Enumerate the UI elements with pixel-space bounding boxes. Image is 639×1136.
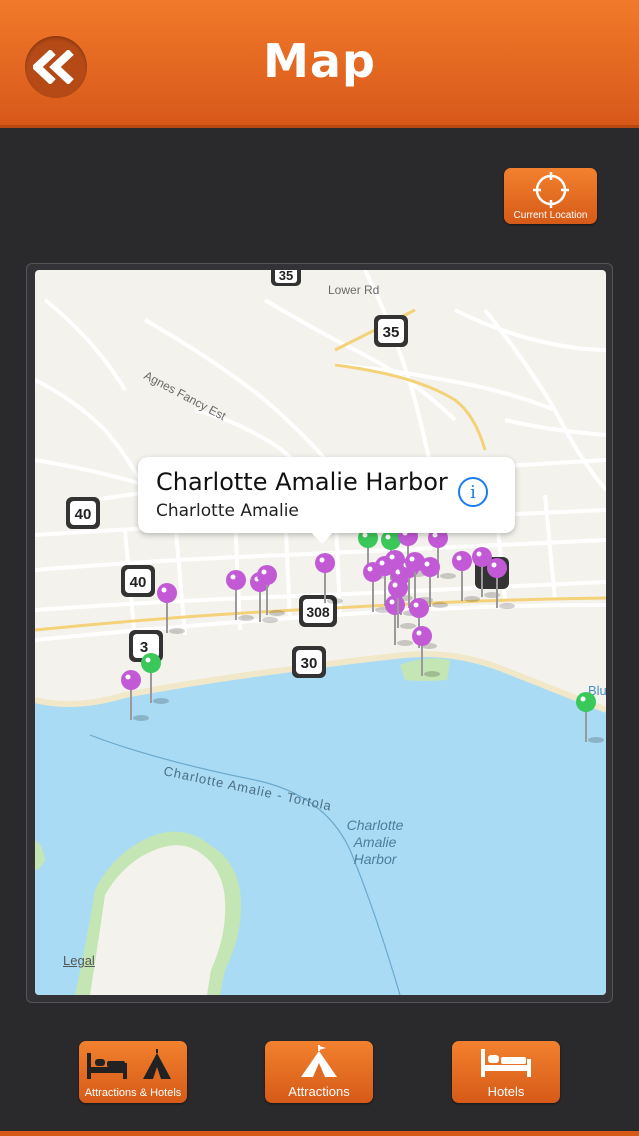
route-shield: 40: [121, 565, 155, 597]
route-shield: 40: [66, 497, 100, 529]
route-shield: 30: [292, 646, 326, 678]
bed-and-tent-icon: [87, 1049, 171, 1079]
map-view[interactable]: Lower Rd Agnes Fancy Est Charlotte Amali…: [35, 270, 606, 995]
tab-attractions[interactable]: Attractions: [265, 1041, 373, 1103]
map-label-harbor-2: Amalie: [353, 834, 397, 850]
tab-label: Attractions: [288, 1084, 350, 1099]
current-location-label: Current Location: [513, 210, 588, 221]
svg-text:35: 35: [383, 324, 400, 341]
map-label-lower-rd: Lower Rd: [328, 283, 379, 297]
svg-text:35: 35: [279, 270, 293, 283]
tent-icon: [301, 1045, 337, 1077]
header-bar: Map: [0, 0, 639, 128]
map-label-harbor-1: Charlotte: [347, 817, 404, 833]
svg-text:3: 3: [140, 639, 148, 656]
map-callout[interactable]: Charlotte Amalie Harbor Charlotte Amalie…: [138, 457, 515, 544]
page-title: Map: [263, 34, 376, 88]
crosshair-icon: [533, 172, 569, 208]
tab-attractions-hotels[interactable]: Attractions & Hotels: [79, 1041, 187, 1103]
tab-label: Attractions & Hotels: [84, 1087, 182, 1099]
current-location-button[interactable]: Current Location: [504, 168, 597, 224]
bed-icon: [481, 1049, 531, 1077]
route-shield: 35: [271, 270, 301, 286]
callout-subtitle: Charlotte Amalie: [156, 501, 299, 521]
map-label-harbor-3: Harbor: [354, 851, 398, 867]
tab-hotels[interactable]: Hotels: [452, 1041, 560, 1103]
legal-link[interactable]: Legal: [63, 953, 95, 968]
tab-label: Hotels: [487, 1084, 525, 1099]
route-shield: 35: [374, 315, 408, 347]
callout-title: Charlotte Amalie Harbor: [156, 468, 448, 496]
info-icon[interactable]: i: [458, 477, 488, 507]
bottom-bar: [0, 1131, 639, 1136]
map-label-agnes-fancy: Agnes Fancy Est: [142, 368, 229, 423]
map-canvas: Lower Rd Agnes Fancy Est Charlotte Amali…: [35, 270, 606, 995]
svg-text:40: 40: [75, 506, 92, 523]
svg-text:30: 30: [301, 655, 318, 672]
svg-text:308: 308: [306, 604, 330, 620]
svg-text:40: 40: [130, 574, 147, 591]
